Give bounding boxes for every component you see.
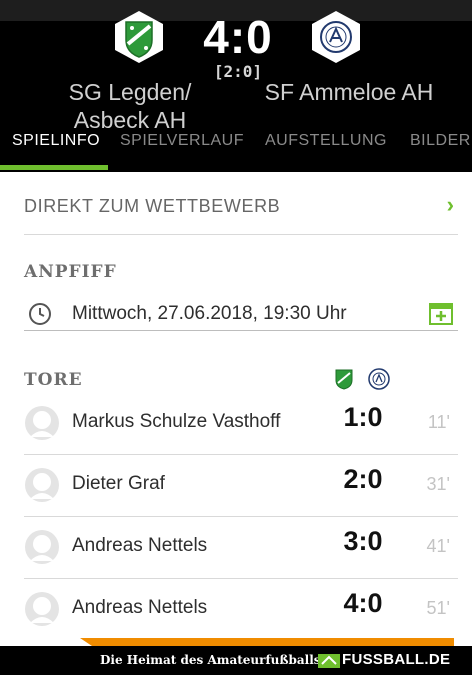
competition-link[interactable]: DIREKT ZUM WETTBEWERB › bbox=[24, 192, 458, 235]
clock-icon bbox=[29, 303, 51, 325]
away-team-name[interactable]: SF Ammeloe AH bbox=[249, 78, 449, 106]
competition-link-label: DIREKT ZUM WETTBEWERB bbox=[24, 196, 281, 216]
home-team-name[interactable]: SG Legden/ Asbeck AH bbox=[30, 78, 230, 134]
kickoff-row: Mittwoch, 27.06.2018, 19:30 Uhr bbox=[24, 294, 458, 331]
goal-minute: 41' bbox=[426, 536, 450, 556]
footer-banner[interactable]: Die Heimat des Amateurfußballs FUSSBALL.… bbox=[0, 646, 472, 675]
home-mini-crest-icon bbox=[333, 368, 355, 390]
tab-aufstellung[interactable]: AUFSTELLUNG bbox=[265, 132, 387, 150]
player-avatar-icon bbox=[24, 467, 60, 503]
goal-score: 4:0 bbox=[343, 588, 383, 618]
home-team-crest-icon[interactable] bbox=[112, 10, 166, 64]
goal-scorer: Andreas Nettels bbox=[72, 597, 208, 618]
player-avatar-icon bbox=[24, 405, 60, 441]
goals-section-title: TORE bbox=[24, 370, 83, 390]
goal-score: 1:0 bbox=[343, 402, 383, 432]
goal-minute: 51' bbox=[426, 598, 450, 618]
goal-scorer: Markus Schulze Vasthoff bbox=[72, 411, 281, 432]
goal-row[interactable]: Andreas Nettels 3:0 41' bbox=[24, 516, 458, 579]
kickoff-section-title: ANPFIFF bbox=[24, 262, 117, 282]
active-tab-indicator bbox=[0, 165, 108, 170]
away-team-crest-icon[interactable] bbox=[309, 10, 363, 64]
goal-scorer: Dieter Graf bbox=[72, 473, 165, 494]
add-to-calendar-icon[interactable] bbox=[428, 300, 454, 326]
kickoff-datetime: Mittwoch, 27.06.2018, 19:30 Uhr bbox=[72, 303, 347, 324]
goal-row[interactable]: Markus Schulze Vasthoff 1:0 11' bbox=[24, 392, 458, 455]
tab-bilder[interactable]: BILDER bbox=[410, 132, 471, 150]
brand-flag-icon bbox=[318, 654, 340, 668]
final-score: 4:0 bbox=[203, 11, 273, 63]
goal-score: 2:0 bbox=[343, 464, 383, 494]
goal-score: 3:0 bbox=[343, 526, 383, 556]
goal-minute: 31' bbox=[426, 474, 450, 494]
goal-minute: 11' bbox=[427, 412, 450, 432]
match-info-content: DIREKT ZUM WETTBEWERB › ANPFIFF Mittwoch… bbox=[0, 172, 472, 646]
match-header: 4:0 [2:0] SG Legden/ Asbeck AH SF Ammelo… bbox=[0, 0, 472, 172]
player-avatar-icon bbox=[24, 529, 60, 565]
goal-row[interactable]: Dieter Graf 2:0 31' bbox=[24, 454, 458, 517]
goal-scorer: Andreas Nettels bbox=[72, 535, 208, 556]
player-avatar-icon bbox=[24, 591, 60, 627]
away-mini-crest-icon bbox=[368, 368, 390, 390]
tab-bar: SPIELINFO SPIELVERLAUF AUFSTELLUNG BILDE… bbox=[0, 128, 472, 172]
ad-banner-edge bbox=[80, 638, 454, 646]
brand-logo: FUSSBALL.DE bbox=[342, 651, 451, 668]
tab-spielverlauf[interactable]: SPIELVERLAUF bbox=[120, 132, 244, 150]
footer-tagline: Die Heimat des Amateurfußballs bbox=[100, 653, 321, 667]
chevron-right-icon: › bbox=[446, 192, 454, 217]
goal-row[interactable]: Andreas Nettels 4:0 51' bbox=[24, 578, 458, 640]
tab-spielinfo[interactable]: SPIELINFO bbox=[12, 132, 100, 150]
